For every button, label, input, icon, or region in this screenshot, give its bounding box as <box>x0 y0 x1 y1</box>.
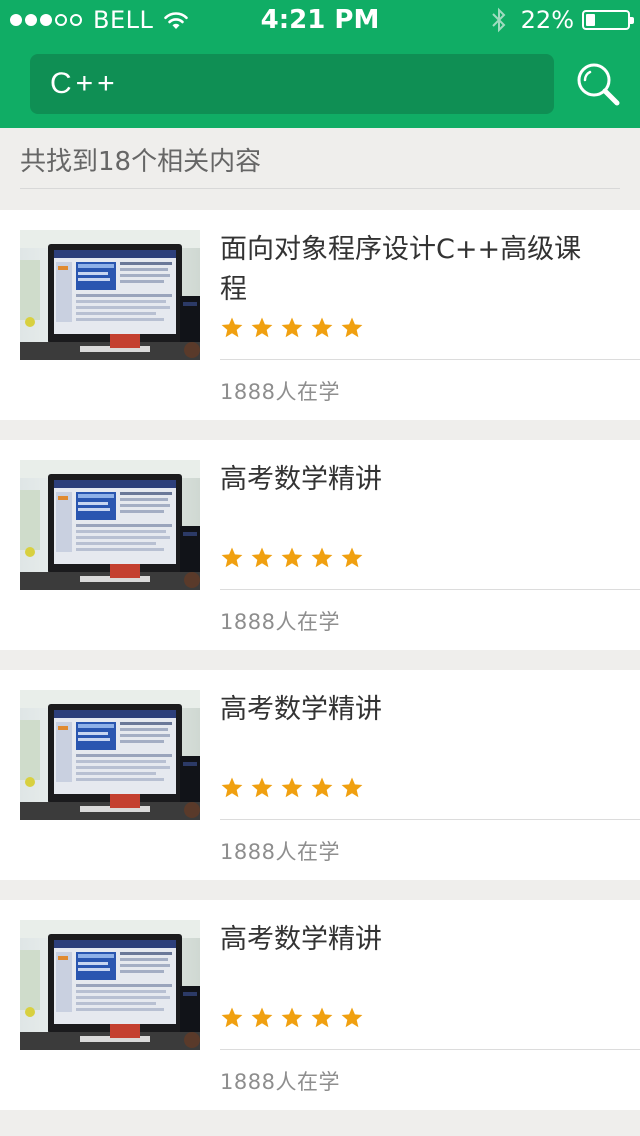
course-thumbnail[interactable] <box>20 690 200 820</box>
star-icon <box>250 316 274 340</box>
learner-count: 1888人在学 <box>220 380 340 404</box>
course-title[interactable]: 高考数学精讲 <box>220 460 600 500</box>
star-icon <box>310 1006 334 1030</box>
course-card[interactable]: 高考数学精讲 1888人在学 <box>0 440 640 650</box>
rating-stars <box>220 316 370 340</box>
rating-stars <box>220 1006 370 1030</box>
star-icon <box>340 776 364 800</box>
battery-icon <box>582 10 634 30</box>
star-icon <box>250 1006 274 1030</box>
divider <box>220 359 640 360</box>
divider <box>220 589 640 590</box>
star-icon <box>340 1006 364 1030</box>
learner-count: 1888人在学 <box>220 610 340 634</box>
star-icon <box>310 776 334 800</box>
star-icon <box>280 316 304 340</box>
star-icon <box>220 1006 244 1030</box>
bluetooth-icon <box>491 7 506 33</box>
course-title[interactable]: 面向对象程序设计C++高级课程 <box>220 230 600 310</box>
star-icon <box>220 546 244 570</box>
star-icon <box>280 546 304 570</box>
course-card[interactable]: 高考数学精讲 1888人在学 <box>0 670 640 880</box>
course-thumbnail[interactable] <box>20 230 200 360</box>
star-icon <box>280 1006 304 1030</box>
divider <box>20 188 620 189</box>
rating-stars <box>220 776 370 800</box>
star-icon <box>220 316 244 340</box>
divider <box>220 1049 640 1050</box>
course-card[interactable]: 面向对象程序设计C++高级课程 1888人在学 <box>0 210 640 420</box>
star-icon <box>310 546 334 570</box>
search-icon[interactable] <box>576 62 620 106</box>
star-icon <box>310 316 334 340</box>
star-icon <box>250 546 274 570</box>
star-icon <box>340 546 364 570</box>
rating-stars <box>220 546 370 570</box>
learner-count: 1888人在学 <box>220 840 340 864</box>
course-title[interactable]: 高考数学精讲 <box>220 920 600 960</box>
star-icon <box>280 776 304 800</box>
status-bar: BELL 4:21 PM 22% <box>0 0 640 40</box>
result-count: 共找到18个相关内容 <box>20 147 262 177</box>
learner-count: 1888人在学 <box>220 1070 340 1094</box>
battery-percent: 22% <box>520 6 574 34</box>
course-card[interactable]: 高考数学精讲 1888人在学 <box>0 900 640 1110</box>
star-icon <box>250 776 274 800</box>
search-input[interactable]: C++ <box>30 54 554 114</box>
star-icon <box>220 776 244 800</box>
star-icon <box>340 316 364 340</box>
search-query[interactable]: C++ <box>50 67 119 101</box>
divider <box>220 819 640 820</box>
course-thumbnail[interactable] <box>20 460 200 590</box>
course-thumbnail[interactable] <box>20 920 200 1050</box>
course-title[interactable]: 高考数学精讲 <box>220 690 600 730</box>
app-header: BELL 4:21 PM 22% C++ <box>0 0 640 128</box>
